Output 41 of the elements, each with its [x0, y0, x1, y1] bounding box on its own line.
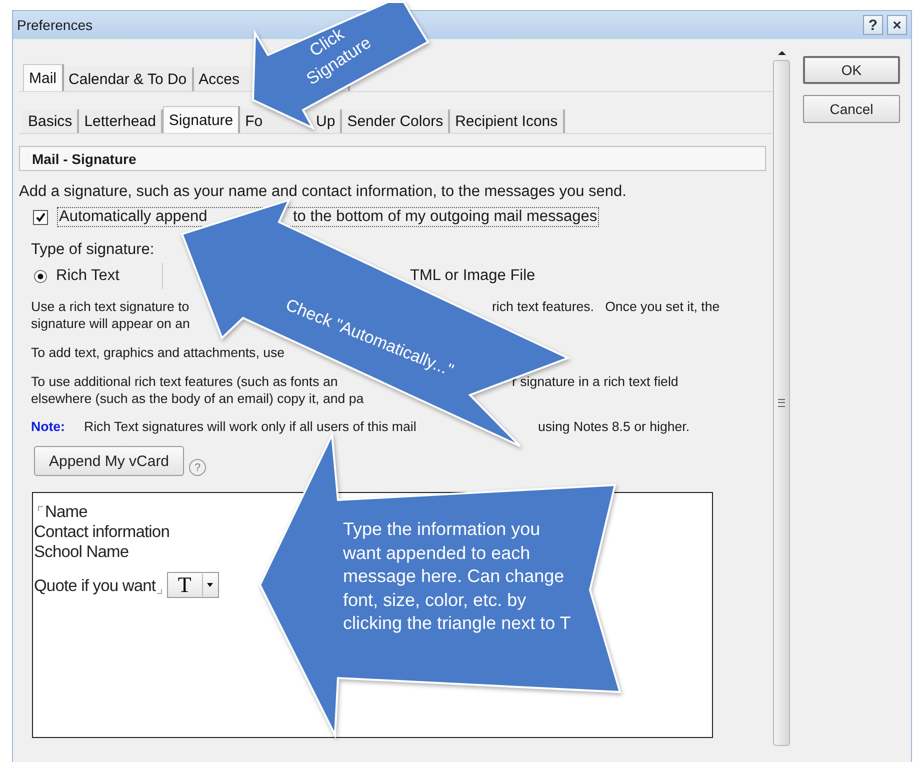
section-header: Mail - Signature — [19, 146, 766, 171]
help-text: rich text features. Once you set it, the — [492, 298, 720, 315]
scroll-up-icon[interactable] — [778, 50, 786, 56]
callout-text: Type the information you want appended to each message here. Can change font, size, color, etc. by clicking the triangle next to T — [343, 518, 572, 635]
help-text: Use a rich text signature to — [31, 298, 190, 315]
signature-text: Quote if you want — [34, 576, 156, 596]
note-label: Note: — [31, 418, 66, 435]
signature-text: Contact information — [34, 522, 170, 542]
note-text: Rich Text signatures will work only if all users of this mail — [84, 418, 416, 435]
checkbox[interactable] — [33, 210, 48, 224]
dialog-button[interactable]: Cancel — [803, 95, 900, 123]
signature-text: Name — [45, 502, 88, 522]
help-button[interactable]: ? — [863, 15, 883, 35]
field-marker-icon — [156, 589, 162, 594]
note-text: using Notes 8.5 or higher. — [538, 418, 690, 435]
radio-label[interactable]: Rich Text — [56, 267, 126, 285]
font-style-button[interactable]: T — [166, 572, 219, 598]
check-icon — [35, 212, 46, 222]
tab[interactable]: Calendar & To Do — [64, 67, 194, 91]
tab[interactable]: Mail — [23, 64, 64, 91]
dialog-button[interactable]: OK — [803, 56, 900, 84]
window-title: Preferences — [17, 17, 94, 33]
tab[interactable]: Basics — [23, 109, 80, 133]
help-icon[interactable]: ? — [189, 459, 206, 476]
help-text: To add text, graphics and attachments, use — [31, 344, 285, 361]
radio-label[interactable]: TML or Image File — [410, 267, 536, 285]
field-marker-icon — [38, 506, 43, 511]
help-text: signature will appear on an — [31, 315, 190, 332]
tab[interactable]: Recipient Icons — [450, 109, 565, 133]
radio-button[interactable] — [34, 270, 47, 282]
tab[interactable]: Sender Colors — [342, 109, 450, 133]
tab[interactable]: Signature — [162, 106, 240, 133]
append-vcard-button[interactable]: Append My vCard — [34, 446, 184, 476]
help-text: elsewhere (such as the body of an email) copy it, and pa — [31, 390, 364, 407]
close-button[interactable]: × — [887, 15, 907, 35]
help-text: To use additional rich text features (such as fonts an — [31, 374, 338, 390]
type-label: Type of signature: — [31, 241, 156, 258]
intro-text: Add a signature, such as your name and contact information, to the messages you send. — [19, 183, 628, 200]
signature-text: School Name — [34, 542, 129, 562]
help-text: r signature in a rich text field — [512, 373, 678, 390]
tab[interactable]: Letterhead — [79, 109, 163, 133]
